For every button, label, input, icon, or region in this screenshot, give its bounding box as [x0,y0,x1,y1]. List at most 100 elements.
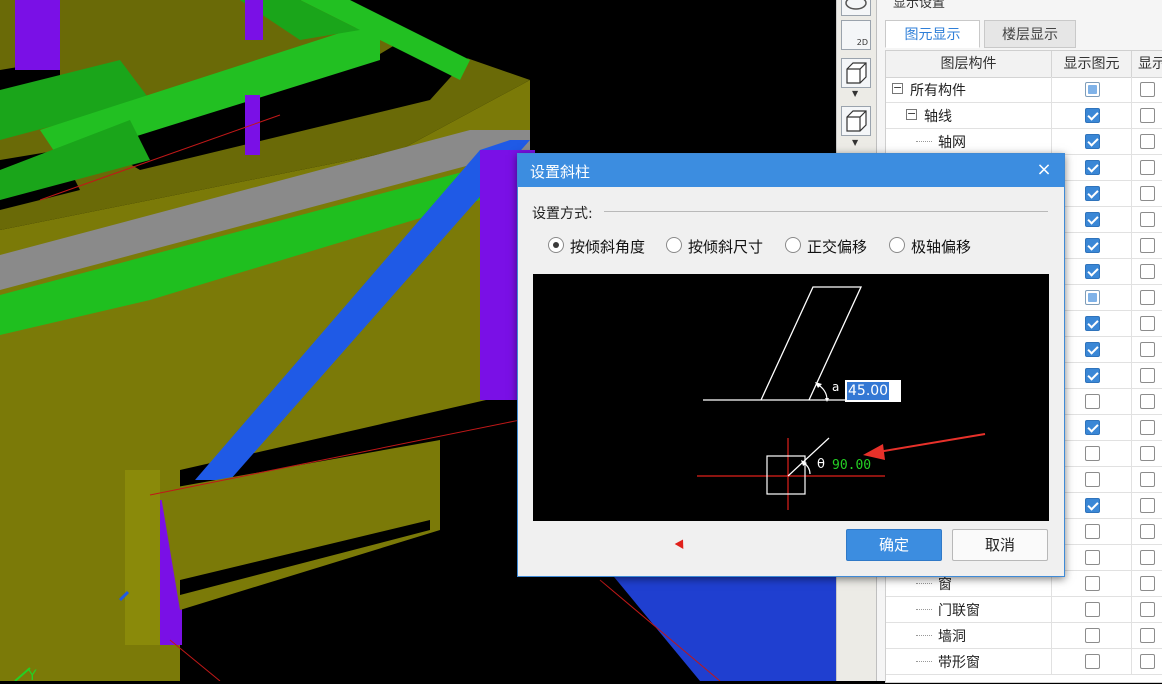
tree-cell-show [1132,103,1162,128]
show-element-checkbox[interactable] [1085,628,1100,643]
tree-row[interactable]: 门联窗 [886,597,1162,623]
show-checkbox[interactable] [1140,498,1155,513]
show-checkbox[interactable] [1140,134,1155,149]
tilt-angle-input[interactable]: 45.00 [845,380,901,402]
show-element-checkbox[interactable] [1085,82,1100,97]
view-2d-button[interactable]: 2D [841,20,871,50]
show-checkbox[interactable] [1140,212,1155,227]
close-icon[interactable]: × [1032,158,1056,182]
show-element-checkbox[interactable] [1085,108,1100,123]
show-element-checkbox[interactable] [1085,472,1100,487]
show-checkbox[interactable] [1140,472,1155,487]
show-checkbox[interactable] [1140,446,1155,461]
collapse-icon[interactable]: − [892,82,903,94]
show-checkbox[interactable] [1140,238,1155,253]
tree-cell-name: 带形窗 [886,649,1052,674]
show-checkbox[interactable] [1140,316,1155,331]
show-checkbox[interactable] [1140,420,1155,435]
show-checkbox[interactable] [1140,654,1155,669]
show-element-checkbox[interactable] [1085,602,1100,617]
dialog-title: 设置斜柱 [530,163,591,181]
show-element-checkbox[interactable] [1085,212,1100,227]
show-element-checkbox[interactable] [1085,524,1100,539]
chevron-down-icon[interactable]: ▼ [852,90,858,98]
tree-cell-show [1132,389,1162,414]
radio-icon [785,237,801,253]
tree-row[interactable]: 墙洞 [886,623,1162,649]
dialog-titlebar[interactable]: 设置斜柱 × [518,154,1064,187]
theta-angle-value[interactable]: 90.00 [832,458,871,473]
set-slanted-column-dialog: 设置斜柱 × 设置方式: 按倾斜角度 按倾斜尺寸 正交偏移 极轴偏移 a 45.… [517,153,1065,577]
tab-element-display[interactable]: 图元显示 [885,20,980,48]
tree-cell-show [1132,207,1162,232]
cancel-button[interactable]: 取消 [952,529,1048,561]
preview-canvas: a 45.00 θ 90.00 [533,274,1049,521]
show-checkbox[interactable] [1140,160,1155,175]
show-element-checkbox[interactable] [1085,498,1100,513]
show-checkbox[interactable] [1140,524,1155,539]
tree-row[interactable]: − 轴线 [886,103,1162,129]
show-element-checkbox[interactable] [1085,160,1100,175]
show-checkbox[interactable] [1140,550,1155,565]
tree-cell-name: − 轴线 [886,103,1052,128]
tree-cell-name: 门联窗 [886,597,1052,622]
show-element-checkbox[interactable] [1085,550,1100,565]
view-3d-iso-button[interactable] [841,58,871,88]
option-label: 正交偏移 [807,238,868,256]
show-element-checkbox[interactable] [1085,186,1100,201]
show-checkbox[interactable] [1140,394,1155,409]
tree-cell-show-element [1052,103,1132,128]
tree-connector [916,583,932,585]
view-box-button[interactable] [841,106,871,136]
tree-cell-show [1132,545,1162,570]
tree-cell-show [1132,155,1162,180]
show-checkbox[interactable] [1140,576,1155,591]
tree-cell-show [1132,77,1162,102]
ok-button[interactable]: 确定 [846,529,942,561]
show-element-checkbox[interactable] [1085,316,1100,331]
tree-item-label: 所有构件 [910,83,966,99]
tree-item-label: 带形窗 [938,655,980,671]
tree-cell-name: − 所有构件 [886,77,1052,102]
radio-icon [548,237,564,253]
tree-cell-show [1132,493,1162,518]
show-checkbox[interactable] [1140,602,1155,617]
show-element-checkbox[interactable] [1085,446,1100,461]
tree-cell-show [1132,363,1162,388]
option-label: 按倾斜角度 [570,238,646,256]
setting-mode-label: 设置方式: [532,203,599,223]
tree-cell-show [1132,337,1162,362]
show-checkbox[interactable] [1140,108,1155,123]
tree-row[interactable]: − 所有构件 [886,77,1162,103]
show-checkbox[interactable] [1140,342,1155,357]
tree-row[interactable]: 轴网 [886,129,1162,155]
show-checkbox[interactable] [1140,186,1155,201]
show-element-checkbox[interactable] [1085,290,1100,305]
show-element-checkbox[interactable] [1085,420,1100,435]
show-element-checkbox[interactable] [1085,134,1100,149]
tree-cell-show [1132,259,1162,284]
show-element-checkbox[interactable] [1085,264,1100,279]
collapse-icon[interactable]: − [906,108,917,120]
show-element-checkbox[interactable] [1085,238,1100,253]
show-checkbox[interactable] [1140,264,1155,279]
show-checkbox[interactable] [1140,628,1155,643]
tree-connector [916,635,932,637]
tree-cell-show-element [1052,649,1132,674]
tree-row[interactable]: 带形窗 [886,649,1162,675]
show-checkbox[interactable] [1140,290,1155,305]
tree-connector [916,661,932,663]
show-element-checkbox[interactable] [1085,654,1100,669]
show-element-checkbox[interactable] [1085,576,1100,591]
show-element-checkbox[interactable] [1085,368,1100,383]
show-checkbox[interactable] [1140,82,1155,97]
tree-cell-show [1132,467,1162,492]
tab-floor-display[interactable]: 楼层显示 [984,20,1076,48]
rotate-view-button[interactable] [841,0,871,16]
tree-cell-show [1132,415,1162,440]
show-checkbox[interactable] [1140,368,1155,383]
tree-cell-show-element [1052,77,1132,102]
chevron-down-icon[interactable]: ▼ [852,139,858,147]
show-element-checkbox[interactable] [1085,342,1100,357]
show-element-checkbox[interactable] [1085,394,1100,409]
